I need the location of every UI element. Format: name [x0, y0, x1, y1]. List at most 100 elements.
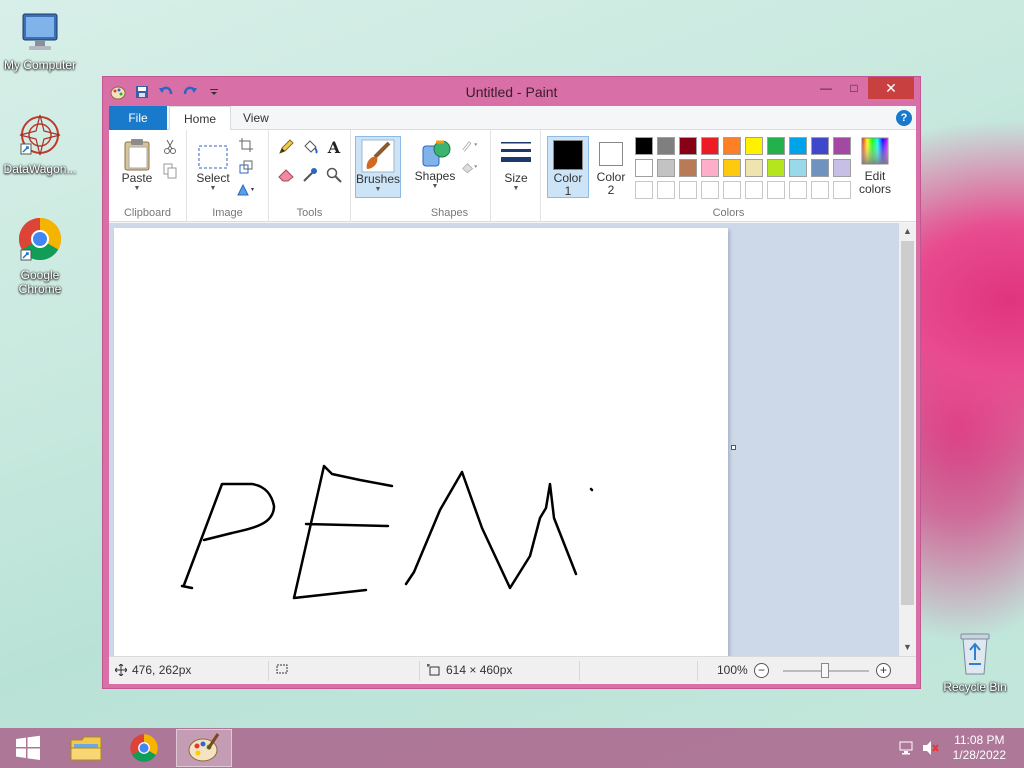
- recycle-bin-icon: [960, 633, 990, 675]
- brushes-button[interactable]: Brushes ▼: [355, 136, 401, 198]
- custom-color-slot[interactable]: [767, 181, 785, 199]
- color2-swatch: [599, 142, 623, 166]
- palette-swatch[interactable]: [833, 137, 851, 155]
- palette-swatch[interactable]: [833, 159, 851, 177]
- resize-icon[interactable]: [237, 158, 255, 176]
- text-icon[interactable]: A: [325, 138, 343, 157]
- custom-color-slot[interactable]: [635, 181, 653, 199]
- selection-size-icon: [276, 664, 288, 674]
- palette-swatch[interactable]: [723, 137, 741, 155]
- palette-swatch[interactable]: [811, 137, 829, 155]
- fill-shape-icon[interactable]: [461, 158, 479, 176]
- datawagon-icon: [19, 114, 61, 156]
- start-button[interactable]: [0, 729, 56, 767]
- paste-label: Paste: [121, 171, 153, 185]
- eraser-icon[interactable]: [277, 166, 295, 184]
- magnifier-icon[interactable]: [325, 166, 343, 184]
- desktop-icon-google-chrome[interactable]: Google Chrome: [0, 216, 80, 296]
- custom-color-slot[interactable]: [745, 181, 763, 199]
- select-label: Select: [196, 171, 230, 185]
- custom-color-slot[interactable]: [701, 181, 719, 199]
- desktop-icon-recycle-bin[interactable]: Recycle Bin: [935, 630, 1015, 694]
- color1-button[interactable]: Color 1: [547, 136, 589, 198]
- custom-color-slot[interactable]: [789, 181, 807, 199]
- cut-icon[interactable]: [161, 138, 179, 156]
- status-divider: [419, 661, 420, 681]
- custom-color-slot[interactable]: [657, 181, 675, 199]
- color2-number: 2: [607, 183, 615, 197]
- drawing-canvas[interactable]: [114, 228, 728, 656]
- scrollbar-thumb[interactable]: [901, 241, 914, 605]
- palette-swatch[interactable]: [657, 137, 675, 155]
- group-clipboard: Paste ▼ Clipboard: [109, 130, 187, 222]
- palette-swatch[interactable]: [745, 137, 763, 155]
- chevron-down-icon: ▼: [512, 185, 520, 192]
- zoom-slider-thumb[interactable]: [821, 663, 829, 678]
- drawing-strokes: [180, 464, 594, 600]
- tab-file[interactable]: File: [109, 106, 167, 130]
- palette-swatch[interactable]: [657, 159, 675, 177]
- custom-color-slot[interactable]: [679, 181, 697, 199]
- scroll-up-icon[interactable]: ▲: [899, 223, 916, 240]
- zoom-out-icon[interactable]: −: [754, 663, 769, 678]
- custom-color-slot[interactable]: [723, 181, 741, 199]
- select-button[interactable]: Select ▼: [193, 138, 233, 193]
- zoom-in-icon[interactable]: +: [876, 663, 891, 678]
- taskbar-file-explorer[interactable]: [58, 729, 114, 767]
- palette-swatch[interactable]: [811, 159, 829, 177]
- palette-swatch[interactable]: [767, 137, 785, 155]
- palette-swatch[interactable]: [745, 159, 763, 177]
- help-icon[interactable]: ?: [896, 110, 912, 126]
- taskbar-paint[interactable]: [176, 729, 232, 767]
- title-bar[interactable]: Untitled - Paint — □ ✕: [103, 77, 920, 106]
- tab-home[interactable]: Home: [169, 106, 232, 131]
- palette-swatch[interactable]: [701, 159, 719, 177]
- letter-m-stroke: [404, 470, 578, 590]
- canvas-resize-handle-right[interactable]: [731, 445, 736, 450]
- edit-colors-button[interactable]: Edit colors: [853, 136, 897, 196]
- paste-button[interactable]: Paste ▼: [115, 138, 159, 193]
- taskbar-clock[interactable]: 11:08 PM 1/28/2022: [953, 733, 1006, 763]
- palette-swatch[interactable]: [679, 159, 697, 177]
- taskbar-chrome[interactable]: [116, 729, 172, 767]
- outline-icon[interactable]: [461, 136, 479, 154]
- tray-volume-muted-icon[interactable]: [922, 740, 940, 759]
- status-divider: [697, 661, 698, 681]
- custom-color-slot[interactable]: [833, 181, 851, 199]
- image-size: 614 × 460px: [427, 663, 512, 677]
- shapes-button[interactable]: Shapes ▼: [413, 138, 457, 191]
- close-button[interactable]: ✕: [868, 77, 914, 99]
- palette-swatch[interactable]: [723, 159, 741, 177]
- color-picker-icon[interactable]: [301, 166, 319, 184]
- palette-swatch[interactable]: [635, 159, 653, 177]
- image-size-text: 614 × 460px: [446, 663, 513, 677]
- minimize-button[interactable]: —: [812, 77, 840, 99]
- copy-icon[interactable]: [161, 162, 179, 180]
- color1-number: 1: [564, 184, 572, 198]
- size-button[interactable]: Size ▼: [495, 138, 537, 193]
- palette-swatch[interactable]: [679, 137, 697, 155]
- group-label: Shapes: [430, 207, 469, 219]
- maximize-button[interactable]: □: [840, 77, 868, 99]
- rotate-icon[interactable]: [237, 180, 255, 198]
- paste-icon: [124, 139, 150, 171]
- desktop-icon-datawagon[interactable]: DataWagon...: [0, 112, 80, 176]
- crop-icon[interactable]: [237, 136, 255, 154]
- vertical-scrollbar[interactable]: ▲ ▼: [899, 223, 916, 656]
- desktop-icon-my-computer[interactable]: My Computer: [0, 10, 80, 72]
- status-divider: [268, 661, 269, 681]
- palette-swatch[interactable]: [701, 137, 719, 155]
- brush-icon: [361, 139, 395, 173]
- custom-color-slot[interactable]: [811, 181, 829, 199]
- tray-network-icon[interactable]: [898, 740, 914, 759]
- pencil-icon[interactable]: [277, 138, 295, 156]
- fill-icon[interactable]: [301, 138, 319, 156]
- palette-swatch[interactable]: [767, 159, 785, 177]
- image-size-icon: [427, 664, 440, 676]
- tab-view[interactable]: View: [229, 106, 283, 130]
- scroll-down-icon[interactable]: ▼: [899, 639, 916, 656]
- color2-button[interactable]: Color 2: [591, 136, 631, 197]
- palette-swatch[interactable]: [789, 159, 807, 177]
- palette-swatch[interactable]: [635, 137, 653, 155]
- palette-swatch[interactable]: [789, 137, 807, 155]
